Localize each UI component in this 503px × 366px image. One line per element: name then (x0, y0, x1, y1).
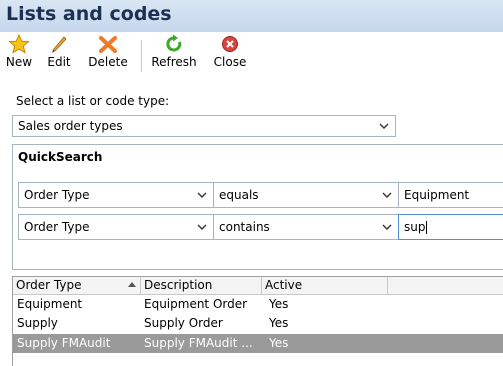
refresh-button[interactable]: Refresh (148, 34, 200, 69)
list-type-label: Select a list or code type: (16, 94, 170, 108)
table-row[interactable]: Equipment Equipment Order Yes (13, 295, 503, 314)
table-row[interactable]: Supply Supply Order Yes (13, 314, 503, 333)
cell-active: Yes (269, 316, 289, 330)
column-header-label: Order Type (16, 278, 82, 292)
edit-button[interactable]: Edit (44, 34, 74, 69)
chevron-down-icon (197, 224, 207, 230)
new-button[interactable]: New (4, 34, 34, 69)
delete-button[interactable]: Delete (86, 34, 130, 69)
sort-ascending-icon (128, 282, 136, 287)
filter-field-select[interactable]: Order Type (18, 182, 214, 208)
filter-operator-value: contains (219, 220, 270, 234)
edit-label: Edit (47, 55, 71, 69)
results-grid: Order Type Description Active Equipment … (12, 276, 503, 366)
filter-value-text: sup (404, 220, 428, 234)
column-header-active[interactable]: Active (262, 277, 388, 294)
delete-label: Delete (88, 55, 128, 69)
cell-description: Supply Order (144, 316, 223, 330)
column-header-label: Description (144, 278, 213, 292)
filter-value-input[interactable]: sup (398, 214, 503, 240)
table-row-selected[interactable]: Supply FMAudit Supply FMAudit ... Yes (13, 334, 503, 353)
chevron-down-icon (382, 224, 392, 230)
list-type-select[interactable]: Sales order types (12, 115, 396, 137)
list-type-value: Sales order types (18, 119, 123, 133)
filter-operator-select[interactable]: contains (213, 214, 399, 240)
column-header-order-type[interactable]: Order Type (13, 277, 141, 294)
cell-description: Equipment Order (144, 297, 248, 311)
filter-operator-value: equals (219, 188, 259, 202)
filter-field-value: Order Type (24, 220, 90, 234)
quicksearch-panel: QuickSearch Order Type equals Equipment … (12, 144, 503, 270)
toolbar: New Edit Delete Refresh Close (0, 34, 503, 82)
star-icon (4, 34, 34, 54)
cell-order-type: Supply (17, 316, 58, 330)
window-title: Lists and codes (6, 3, 172, 25)
close-button[interactable]: Close (210, 34, 250, 69)
close-label: Close (213, 55, 247, 69)
cell-description: Supply FMAudit ... (144, 336, 253, 350)
filter-operator-select[interactable]: equals (213, 182, 399, 208)
cell-order-type: Equipment (17, 297, 83, 311)
column-header-label: Active (265, 278, 303, 292)
quicksearch-title: QuickSearch (18, 150, 103, 164)
filter-value-typed: sup (404, 220, 426, 234)
cell-order-type: Supply FMAudit (17, 336, 111, 350)
cell-active: Yes (269, 336, 289, 350)
new-label: New (5, 55, 33, 69)
grid-header: Order Type Description Active (13, 277, 503, 295)
cell-active: Yes (269, 297, 289, 311)
refresh-label: Refresh (151, 55, 197, 69)
column-header-filler (388, 277, 503, 294)
title-bar: Lists and codes (0, 0, 503, 32)
filter-value-input[interactable]: Equipment (398, 182, 503, 208)
chevron-down-icon (197, 192, 207, 198)
refresh-icon (148, 34, 200, 54)
x-icon (86, 34, 130, 54)
toolbar-divider (141, 40, 142, 72)
text-caret (426, 221, 428, 234)
filter-value-text: Equipment (404, 188, 470, 202)
column-header-description[interactable]: Description (141, 277, 262, 294)
chevron-down-icon (379, 123, 389, 129)
chevron-down-icon (382, 192, 392, 198)
pencil-icon (44, 34, 74, 54)
filter-field-value: Order Type (24, 188, 90, 202)
close-icon (210, 34, 250, 54)
filter-field-select[interactable]: Order Type (18, 214, 214, 240)
